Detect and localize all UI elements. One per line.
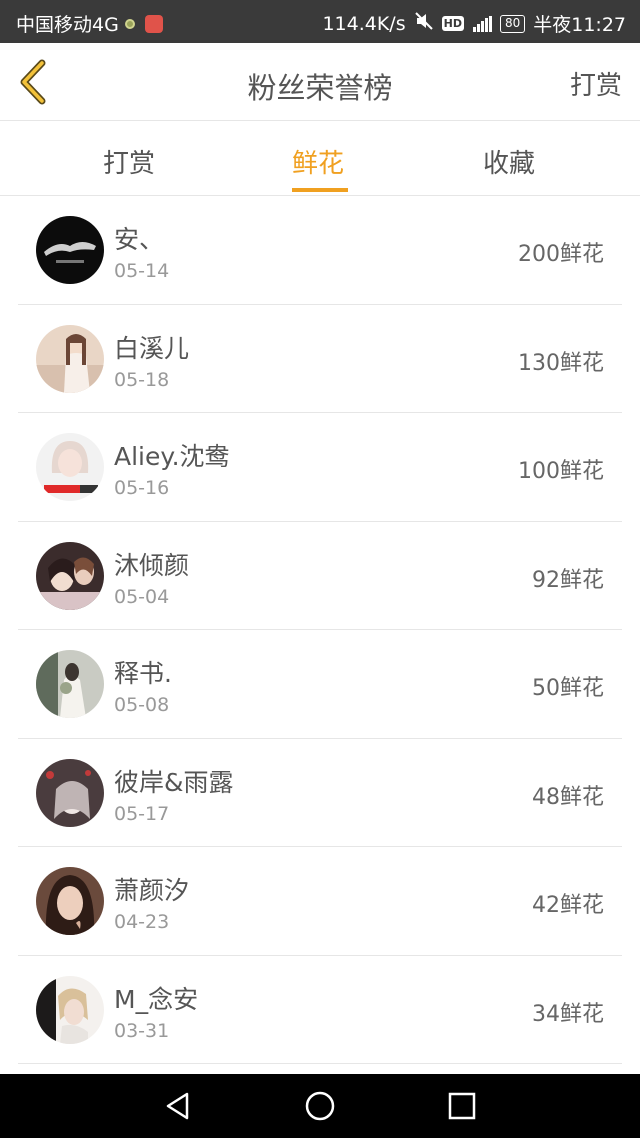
flower-count: 100鲜花	[518, 459, 604, 484]
notification-dot-icon	[124, 18, 135, 29]
avatar	[36, 650, 104, 718]
fan-list: 安、 05-14 200鲜花 白溪儿 05-18 130鲜花 Aliey.沈鸯 …	[18, 196, 622, 1064]
fan-row[interactable]: Aliey.沈鸯 05-16 100鲜花	[18, 413, 622, 522]
status-bar-right: 114.4K/s HD 80 半夜11:27	[314, 10, 626, 37]
fan-name: 彼岸&雨露	[114, 767, 234, 797]
active-tab-indicator	[292, 188, 348, 192]
fan-date: 03-31	[114, 1019, 170, 1042]
avatar	[36, 324, 104, 393]
header: 粉丝荣誉榜 打赏	[0, 43, 640, 121]
fan-name: M_念安	[114, 984, 199, 1014]
fan-date: 05-17	[114, 802, 170, 825]
clock: 半夜11:27	[533, 14, 626, 36]
fan-row[interactable]: 彼岸&雨露 05-17 48鲜花	[18, 739, 622, 847]
fan-row[interactable]: 沐倾颜 05-04 92鲜花	[18, 522, 622, 630]
avatar	[36, 541, 104, 610]
page-title: 粉丝荣誉榜	[247, 71, 393, 105]
fan-date: 04-23	[114, 911, 170, 933]
avatar	[36, 975, 104, 1044]
avatar	[36, 433, 104, 501]
mute-icon	[414, 11, 434, 36]
avatar	[36, 867, 104, 935]
hd-badge: HD	[441, 16, 464, 31]
fan-row[interactable]: 萧颜汐 04-23 42鲜花	[18, 847, 622, 956]
flower-count: 92鲜花	[532, 567, 604, 593]
fan-date: 05-04	[114, 585, 170, 608]
flower-count: 130鲜花	[518, 350, 604, 376]
app-notification-icon	[144, 14, 163, 33]
fan-name: 萧颜汐	[114, 876, 190, 905]
fan-name: 释书.	[114, 659, 172, 688]
avatar	[36, 216, 104, 284]
fan-date: 05-16	[114, 477, 170, 499]
fan-name: Aliey.沈鸯	[114, 442, 230, 471]
signal-icon	[472, 15, 492, 32]
fan-date: 05-14	[114, 260, 170, 282]
fan-row[interactable]: 白溪儿 05-18 130鲜花	[18, 305, 622, 413]
home-circle-icon[interactable]	[303, 1089, 337, 1123]
fan-name: 白溪儿	[114, 333, 190, 363]
avatar	[36, 758, 104, 827]
tab-favorites[interactable]: 收藏	[483, 143, 535, 180]
carrier-label: 中国移动4G	[16, 14, 119, 36]
battery-icon: 80	[499, 14, 526, 33]
flower-count: 42鲜花	[532, 893, 604, 918]
reward-button[interactable]: 打赏	[570, 65, 622, 102]
flower-count: 200鲜花	[518, 242, 604, 267]
network-speed: 114.4K/s	[322, 12, 406, 35]
recents-square-icon[interactable]	[445, 1089, 479, 1123]
flower-count: 48鲜花	[532, 784, 604, 810]
back-triangle-icon[interactable]	[161, 1089, 195, 1123]
fan-row[interactable]: 安、 05-14 200鲜花	[18, 196, 622, 305]
fan-date: 05-08	[114, 694, 170, 716]
status-bar-left: 中国移动4G	[16, 10, 163, 37]
system-nav-bar	[0, 1074, 640, 1138]
fan-row[interactable]: M_念安 03-31 34鲜花	[18, 956, 622, 1064]
tab-bar: 打赏 鲜花 收藏	[0, 121, 640, 196]
flower-count: 50鲜花	[532, 676, 604, 701]
tab-reward[interactable]: 打赏	[103, 143, 155, 180]
fan-row[interactable]: 释书. 05-08 50鲜花	[18, 630, 622, 739]
fan-name: 安、	[114, 225, 165, 254]
fan-date: 05-18	[114, 368, 170, 391]
status-bar: 中国移动4G 114.4K/s HD 80 半夜11:27	[0, 0, 640, 43]
tab-flowers[interactable]: 鲜花	[292, 143, 344, 180]
fan-name: 沐倾颜	[114, 550, 190, 580]
flower-count: 34鲜花	[532, 1001, 604, 1027]
